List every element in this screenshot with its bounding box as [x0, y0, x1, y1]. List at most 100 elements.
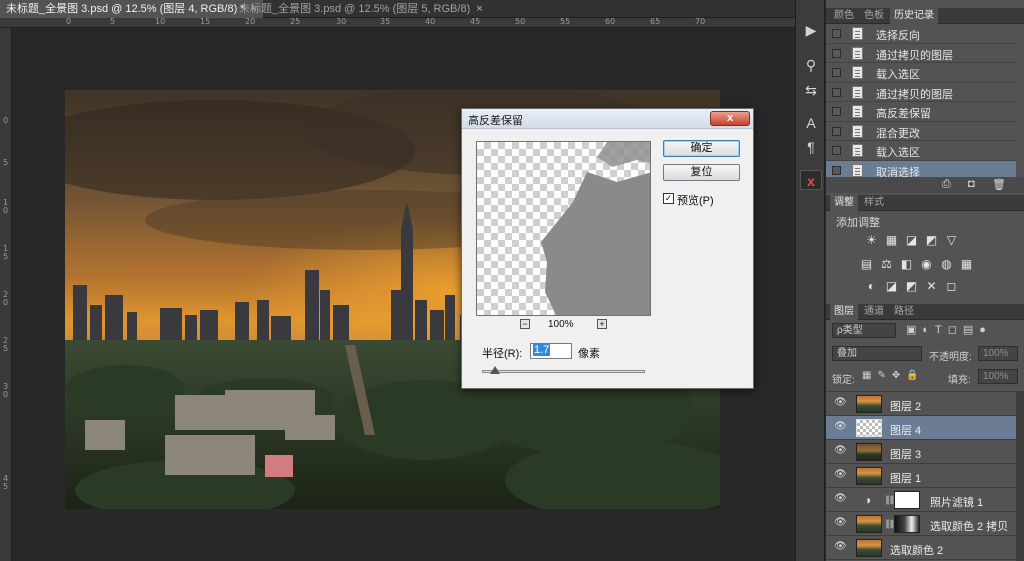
tab-styles[interactable]: 样式 [860, 195, 888, 211]
tab-channels[interactable]: 通道 [860, 304, 888, 320]
tab-swatches[interactable]: 色板 [860, 8, 888, 24]
layer-row[interactable]: 👁 图层 1 [826, 464, 1016, 488]
gradient-map-icon[interactable]: ◻ [944, 280, 959, 293]
document-tab-active[interactable]: 未标题_全景图 3.psd @ 12.5% (图层 4, RGB/8) * × [0, 0, 264, 18]
paragraph-icon[interactable]: ¶ [800, 137, 822, 157]
layer-row[interactable]: 👁 图层 2 [826, 392, 1016, 416]
high-pass-dialog: 高反差保留 x − 100% + 确定 复位 ✓ 预览(P) 半径(R): 1.… [461, 108, 754, 389]
document-tab-inactive[interactable]: 未标题_全景图 3.psd @ 12.5% (图层 5, RGB/8) × [233, 0, 489, 18]
history-item[interactable]: 选择反向 [826, 24, 1016, 44]
history-checkbox[interactable] [832, 146, 841, 155]
layer-filter-select[interactable]: ρ类型 [832, 323, 896, 338]
zoom-in-button[interactable]: + [597, 319, 607, 329]
brush-settings-icon[interactable]: ⚲ [800, 55, 822, 75]
tab-color[interactable]: 颜色 [830, 8, 858, 24]
history-item-label: 选择反向 [876, 30, 920, 42]
radius-slider-thumb[interactable] [490, 366, 500, 374]
dialog-titlebar[interactable]: 高反差保留 x [462, 109, 753, 129]
layer-mask-thumbnail [894, 491, 920, 509]
layer-row[interactable]: 👁 ⛓ 选取颜色 2 拷贝 [826, 512, 1016, 536]
layer-row[interactable]: 👁 图层 3 [826, 440, 1016, 464]
exposure-icon[interactable]: ◩ [924, 234, 939, 247]
history-item[interactable]: 载入选区 [826, 63, 1016, 83]
invert-icon[interactable]: ◐ [864, 280, 879, 293]
tab-layers[interactable]: 图层 [830, 304, 858, 320]
preview-label[interactable]: 预览(P) [677, 192, 714, 208]
layer-row-active[interactable]: 👁 图层 4 [826, 416, 1016, 440]
history-panel-tabs: 颜色 色板 历史记录 [826, 8, 1024, 24]
history-checkbox[interactable] [832, 48, 841, 58]
channel-mixer-icon[interactable]: ◍ [939, 258, 954, 271]
history-checkbox[interactable] [832, 107, 841, 116]
fill-input[interactable]: 100% [978, 369, 1018, 384]
camera-icon[interactable]: ◘ [968, 178, 975, 190]
eye-icon[interactable]: 👁 [834, 518, 847, 528]
photo-filter-icon[interactable]: ◉ [919, 258, 934, 271]
history-item[interactable]: 高反差保留 [826, 102, 1016, 122]
new-snapshot-icon[interactable]: ⎙ [942, 178, 951, 191]
tab-history[interactable]: 历史记录 [890, 8, 938, 24]
brightness-icon[interactable]: ☀ [864, 234, 879, 247]
layer-row[interactable]: 👁 选取颜色 2 [826, 536, 1016, 560]
threshold-icon[interactable]: ◩ [904, 280, 919, 293]
color-balance-icon[interactable]: ⚖ [879, 258, 894, 271]
layer-name: 图层 2 [890, 401, 922, 413]
character-icon[interactable]: A [800, 113, 822, 133]
black-white-icon[interactable]: ◧ [899, 258, 914, 271]
vibrance-icon[interactable]: ▽ [944, 234, 959, 247]
filter-preview[interactable] [476, 141, 651, 316]
history-item[interactable]: 通过拷贝的图层 [826, 44, 1016, 63]
ruler-top[interactable]: 0 5 10 15 20 25 30 35 40 45 50 55 60 65 … [0, 17, 795, 28]
history-item[interactable]: 通过拷贝的图层 [826, 83, 1016, 102]
radius-value: 1.7 [533, 344, 551, 356]
ruler-label: 0 [3, 206, 9, 215]
ruler-label: 5 [3, 252, 9, 261]
color-lookup-icon[interactable]: ▦ [959, 258, 974, 271]
eye-icon[interactable]: 👁 [834, 542, 847, 552]
ok-button[interactable]: 确定 [663, 140, 740, 157]
curves-icon[interactable]: ◪ [904, 234, 919, 247]
eye-icon[interactable]: 👁 [834, 446, 847, 456]
levels-icon[interactable]: ▦ [884, 234, 899, 247]
opacity-input[interactable]: 100% [978, 346, 1018, 361]
hue-saturation-icon[interactable]: ▤ [859, 258, 874, 271]
layer-filter-icons[interactable]: ▣◐T◻▤● [906, 323, 1018, 338]
eye-icon[interactable]: 👁 [834, 494, 847, 504]
lock-icons[interactable]: ▦✎✥🔒 [862, 370, 925, 381]
layers-scrollbar[interactable] [1016, 391, 1024, 561]
close-icon[interactable]: × [476, 0, 482, 18]
eye-icon[interactable]: 👁 [834, 398, 847, 408]
ruler-left[interactable]: 0 5 1 0 1 5 2 0 2 5 3 0 4 5 [0, 28, 12, 561]
close-x-icon[interactable]: x [800, 170, 822, 190]
selective-color-icon[interactable]: ✕ [924, 280, 939, 293]
ruler-label: 35 [380, 17, 391, 26]
radius-slider-track[interactable] [482, 370, 645, 373]
history-checkbox[interactable] [832, 68, 841, 77]
tool-presets-icon[interactable]: ⇆ [800, 80, 822, 100]
ruler-label: 0 [3, 298, 9, 307]
history-checkbox[interactable] [832, 126, 841, 136]
history-checkbox[interactable] [832, 29, 841, 38]
history-item[interactable]: 载入选区 [826, 141, 1016, 161]
history-item[interactable]: 混合更改 [826, 122, 1016, 141]
history-checkbox[interactable] [832, 165, 841, 175]
history-item-label: 混合更改 [876, 127, 920, 140]
tab-adjustments[interactable]: 调整 [830, 195, 858, 211]
trash-icon[interactable]: 🗑 [992, 178, 1006, 191]
zoom-out-button[interactable]: − [520, 319, 530, 329]
blend-mode-select[interactable]: 叠加 [832, 346, 922, 361]
play-icon[interactable]: ▶ [800, 20, 822, 40]
eye-icon[interactable]: 👁 [834, 422, 847, 432]
posterize-icon[interactable]: ◪ [884, 280, 899, 293]
history-checkbox[interactable] [832, 87, 841, 97]
layer-row[interactable]: 👁 ◑ ⛓ 照片滤镜 1 [826, 488, 1016, 512]
eye-icon[interactable]: 👁 [834, 470, 847, 480]
document-icon [852, 46, 863, 60]
tab-paths[interactable]: 路径 [890, 304, 918, 320]
radius-input[interactable]: 1.7 [530, 343, 572, 359]
lock-label: 锁定: [832, 375, 855, 386]
reset-button[interactable]: 复位 [663, 164, 740, 181]
history-item-label: 通过拷贝的图层 [876, 88, 953, 101]
preview-checkbox[interactable]: ✓ [663, 193, 674, 204]
dialog-close-button[interactable]: x [710, 111, 750, 126]
